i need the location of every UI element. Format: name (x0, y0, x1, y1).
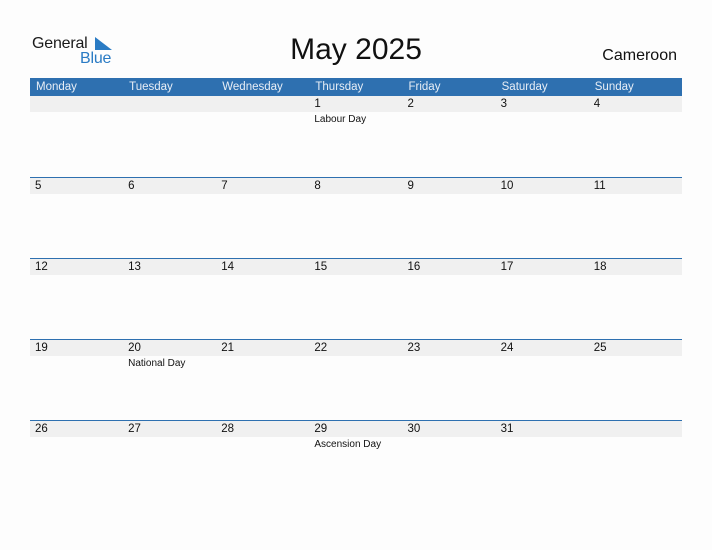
day-cell: 21 (216, 340, 309, 420)
week-cells: 5 6 7 8 9 10 11 (30, 178, 682, 258)
day-number: 12 (35, 261, 48, 273)
day-number: 18 (593, 261, 607, 273)
day-cell: 18 (589, 259, 682, 339)
week-cells: 1 Labour Day 2 3 4 (30, 96, 682, 177)
day-cell: 22 (309, 340, 402, 420)
day-number: 20 (128, 342, 141, 354)
empty-day-cell (216, 96, 309, 177)
calendar-grid: Monday Tuesday Wednesday Thursday Friday Satu… (30, 78, 682, 501)
day-cell: 19 (30, 340, 123, 420)
day-number: 31 (500, 423, 514, 435)
day-number: 4 (593, 98, 601, 110)
day-cell: 12 (30, 259, 123, 339)
day-cell: 17 (496, 259, 589, 339)
weekday-header-saturday: Saturday (501, 81, 548, 93)
day-cell: 31 (496, 421, 589, 501)
weeks-container: 1 Labour Day 2 3 4 5 6 7 8 9 10 11 12 13 14 15 16 17 18 19 2… (30, 96, 682, 501)
day-cell: 25 (589, 340, 682, 420)
empty-day-cell (123, 96, 216, 177)
day-number: 14 (221, 261, 235, 273)
day-cell: 1 Labour Day (309, 96, 402, 177)
week-cells: 19 20 National Day 21 22 23 24 25 (30, 340, 682, 420)
empty-day-cell (589, 421, 682, 501)
week-row: 12 13 14 15 16 17 18 (30, 258, 682, 339)
day-number: 16 (407, 261, 421, 273)
day-number: 24 (500, 342, 514, 354)
day-cell: 29 Ascension Day (309, 421, 402, 501)
day-cell: 14 (216, 259, 309, 339)
day-number: 10 (500, 180, 514, 192)
day-cell: 24 (496, 340, 589, 420)
week-row: 19 20 National Day 21 22 23 24 25 (30, 339, 682, 420)
day-number: 22 (314, 342, 328, 354)
weekday-header-monday: Monday (36, 81, 77, 93)
day-cell: 20 National Day (123, 340, 216, 420)
day-cell: 7 (216, 178, 309, 258)
day-cell: 26 (30, 421, 123, 501)
day-number: 7 (221, 180, 228, 192)
day-cell: 5 (30, 178, 123, 258)
week-cells: 26 27 28 29 Ascension Day 30 31 (30, 421, 682, 501)
day-number: 29 (314, 423, 328, 435)
holiday-label: National Day (128, 358, 186, 369)
day-number: 5 (35, 180, 42, 192)
day-number: 28 (221, 423, 235, 435)
day-cell: 10 (496, 178, 589, 258)
week-cells: 12 13 14 15 16 17 18 (30, 259, 682, 339)
weekday-header-thursday: Thursday (315, 81, 364, 93)
day-number: 3 (500, 98, 508, 110)
week-row: 5 6 7 8 9 10 11 (30, 177, 682, 258)
day-number: 27 (128, 423, 141, 435)
weekday-header-row: Monday Tuesday Wednesday Thursday Friday Satu… (30, 78, 682, 96)
holiday-label: Ascension Day (314, 439, 382, 450)
weekday-header-sunday: Sunday (594, 81, 634, 93)
day-cell: 16 (403, 259, 496, 339)
day-cell: 3 (496, 96, 589, 177)
day-cell: 11 (589, 178, 682, 258)
holiday-label: Labour Day (314, 114, 367, 125)
day-cell: 8 (309, 178, 402, 258)
day-number: 30 (407, 423, 421, 435)
day-number: 2 (407, 98, 414, 110)
day-number: 21 (221, 342, 235, 354)
weekday-header-wednesday: Wednesday (222, 81, 283, 93)
day-number: 6 (128, 180, 135, 192)
day-cell: 27 (123, 421, 216, 501)
day-number: 19 (35, 342, 48, 354)
day-number: 15 (314, 261, 328, 273)
day-number: 26 (35, 423, 48, 435)
day-cell: 9 (403, 178, 496, 258)
day-number: 17 (500, 261, 514, 273)
day-number: 9 (407, 180, 414, 192)
day-number: 23 (407, 342, 421, 354)
day-cell: 2 (403, 96, 496, 177)
weekday-header-friday: Friday (408, 81, 441, 93)
day-cell: 6 (123, 178, 216, 258)
day-number: 11 (593, 180, 606, 192)
day-number: 8 (314, 180, 321, 192)
weekday-header-tuesday: Tuesday (129, 81, 173, 93)
week-row: 26 27 28 29 Ascension Day 30 31 (30, 420, 682, 501)
country-label: Cameroon (602, 47, 677, 64)
day-number: 25 (593, 342, 607, 354)
day-cell: 30 (403, 421, 496, 501)
day-cell: 4 (589, 96, 682, 177)
week-row: 1 Labour Day 2 3 4 (30, 96, 682, 177)
empty-day-cell (30, 96, 123, 177)
day-number: 1 (314, 98, 321, 110)
day-cell: 13 (123, 259, 216, 339)
day-cell: 15 (309, 259, 402, 339)
day-cell: 23 (403, 340, 496, 420)
day-number: 13 (128, 261, 141, 273)
day-cell: 28 (216, 421, 309, 501)
